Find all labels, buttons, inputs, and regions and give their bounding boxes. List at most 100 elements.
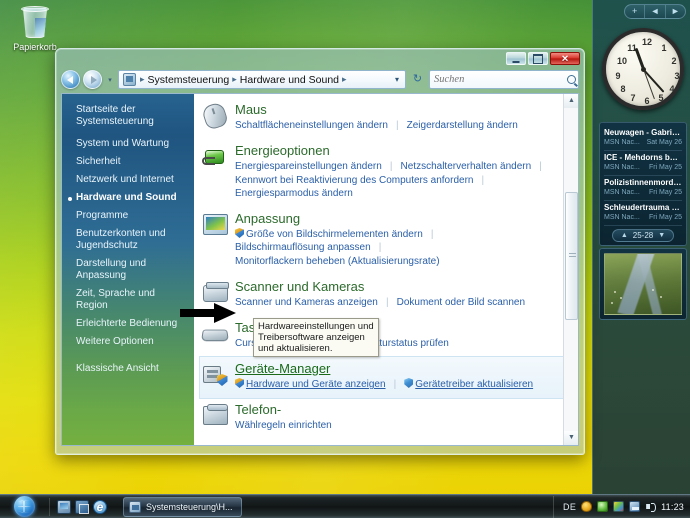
prev-gadget-icon[interactable]: ◄ <box>644 5 664 18</box>
maximize-button[interactable] <box>528 52 548 65</box>
breadcrumb-item-hardware-und-sound[interactable]: Hardware und Sound <box>238 74 341 86</box>
vertical-scrollbar[interactable]: ▲ ▼ <box>563 94 578 445</box>
shield-icon <box>235 378 244 388</box>
scrollbar-thumb[interactable] <box>565 192 578 320</box>
list-item[interactable]: ICE - Mehdorns beso... MSN Nac... Fri Ma… <box>604 151 682 176</box>
category-energieoptionen[interactable]: Energieoptionen Energiespareinstellungen… <box>200 139 563 207</box>
category-title[interactable]: Scanner und Kameras <box>235 279 559 295</box>
sidebar-item-darstellung-und-anpassung[interactable]: Darstellung und Anpassung <box>62 255 194 285</box>
clock-number: 6 <box>644 96 650 106</box>
language-indicator[interactable]: DE <box>563 502 576 512</box>
search-input[interactable] <box>434 74 567 85</box>
security-alert-icon[interactable] <box>581 501 593 512</box>
desktop-icon-recycle-bin[interactable]: Papierkorb <box>6 4 64 52</box>
refresh-button[interactable]: ↻ <box>409 70 426 89</box>
link-item[interactable]: Energiesparmodus ändern <box>235 188 353 199</box>
category-title[interactable]: Energieoptionen <box>235 143 559 159</box>
category-scanner-und-kameras[interactable]: Scanner und Kameras Scanner und Kameras … <box>200 275 563 316</box>
sidebar-item-system-und-wartung[interactable]: System und Wartung <box>62 135 194 153</box>
scroll-down-button[interactable]: ▼ <box>564 431 578 445</box>
sidebar-item-klassische-ansicht[interactable]: Klassische Ansicht <box>62 360 194 378</box>
link-item[interactable]: Dokument oder Bild scannen <box>397 297 525 308</box>
sidebar-item-home[interactable]: Startseite der Systemsteuerung <box>62 101 194 135</box>
link-item[interactable]: Hardware und Geräte anzeigen <box>246 379 386 390</box>
category-title[interactable]: Maus <box>235 102 559 118</box>
network-icon[interactable] <box>629 501 641 512</box>
control-panel-window: ▾ ▸ Systemsteuerung ▸ Hardware und Sound… <box>55 48 585 455</box>
sidebar-item-weitere-optionen[interactable]: Weitere Optionen <box>62 333 194 351</box>
volume-icon[interactable] <box>645 501 657 512</box>
category-geraete-manager[interactable]: Geräte-Manager Hardware und Geräte anzei… <box>199 356 564 399</box>
sidebar-item-erleichterte-bedienung[interactable]: Erleichterte Bedienung <box>62 315 194 333</box>
category-maus[interactable]: Maus Schaltflächeneinstellungen ändern |… <box>200 98 563 139</box>
link-item[interactable]: Bildschirmauflösung anpassen <box>235 242 371 253</box>
gadget-controls[interactable]: + ◄ ► <box>624 4 686 19</box>
window-titlebar[interactable] <box>58 51 582 69</box>
link-item[interactable]: Zeigerdarstellung ändern <box>407 120 518 131</box>
next-gadget-icon[interactable]: ► <box>664 5 685 18</box>
start-button[interactable] <box>1 496 47 518</box>
category-telefon-und-modemoptionen[interactable]: Telefon- Wählregeln einrichten <box>200 398 563 439</box>
pager-up-icon[interactable]: ▲ <box>621 232 628 239</box>
news-headline: Neuwagen - Gabriel ... <box>604 128 682 137</box>
breadcrumb[interactable]: ▸ Systemsteuerung ▸ Hardware und Sound ▸… <box>118 70 406 89</box>
list-item[interactable]: Schleudertrauma - In... MSN Nac... Fri M… <box>604 201 682 226</box>
breadcrumb-dropdown-icon[interactable]: ▾ <box>391 75 403 84</box>
category-gamecontroller[interactable]: Gamecontroller USB-Gamecontroller einric… <box>200 439 563 445</box>
forward-button[interactable] <box>83 70 102 89</box>
sidebar-item-zeit-sprache-region[interactable]: Zeit, Sprache und Region <box>62 285 194 315</box>
scroll-up-button[interactable]: ▲ <box>564 94 578 108</box>
list-item[interactable]: Neuwagen - Gabriel ... MSN Nac... Sat Ma… <box>604 126 682 151</box>
recent-pages-chevron-icon[interactable]: ▾ <box>105 76 115 84</box>
category-title[interactable]: Anpassung <box>235 211 559 227</box>
sidebar-item-netzwerk-und-internet[interactable]: Netzwerk und Internet <box>62 171 194 189</box>
link-item[interactable]: Monitorflackern beheben (Aktualisierungs… <box>235 256 440 267</box>
news-pager[interactable]: ▲ 25-28 ▼ <box>612 229 674 242</box>
recycle-bin-icon <box>18 4 52 40</box>
window-controls <box>506 52 580 65</box>
link-item[interactable]: Energiespareinstellungen ändern <box>235 161 382 172</box>
link-item[interactable]: Wählregeln einrichten <box>235 420 332 431</box>
minimize-button[interactable] <box>506 52 526 65</box>
taskbar-button-label: Systemsteuerung\H... <box>146 501 233 512</box>
link-item[interactable]: Größe von Bildschirmelementen ändern <box>246 229 423 240</box>
link-item[interactable]: Gerätetreiber aktualisieren <box>415 379 533 390</box>
category-title[interactable]: Geräte-Manager <box>235 361 559 377</box>
internet-explorer-icon[interactable] <box>93 499 107 514</box>
clock-number: 2 <box>671 56 677 66</box>
link-item[interactable]: Schaltflächeneinstellungen ändern <box>235 120 388 131</box>
close-button[interactable] <box>550 52 580 65</box>
flip-3d-icon[interactable] <box>75 499 89 514</box>
show-desktop-icon[interactable] <box>57 499 71 514</box>
sidebar-item-benutzerkonten[interactable]: Benutzerkonten und Jugendschutz <box>62 225 194 255</box>
search-box[interactable] <box>429 70 579 89</box>
annotation-arrow <box>180 303 236 323</box>
add-gadget-icon[interactable]: + <box>625 5 644 18</box>
news-source: MSN Nac... <box>604 139 640 146</box>
category-title[interactable]: Telefon- <box>235 402 559 418</box>
link-item[interactable]: Kennwort bei Reaktivierung des Computers… <box>235 175 473 186</box>
back-button[interactable] <box>61 70 80 89</box>
link-item[interactable]: Netzschalterverhalten ändern <box>401 161 532 172</box>
news-feed-gadget[interactable]: Neuwagen - Gabriel ... MSN Nac... Sat Ma… <box>599 122 687 246</box>
sidebar-item-sicherheit[interactable]: Sicherheit <box>62 153 194 171</box>
pager-down-icon[interactable]: ▼ <box>658 232 665 239</box>
clock-center-pin <box>640 66 646 72</box>
window-body: Startseite der Systemsteuerung System un… <box>61 93 579 446</box>
breadcrumb-item-systemsteuerung[interactable]: Systemsteuerung <box>146 74 232 86</box>
sidebar-item-programme[interactable]: Programme <box>62 207 194 225</box>
graphics-icon[interactable] <box>613 501 625 512</box>
slideshow-gadget[interactable] <box>599 248 687 320</box>
category-title[interactable]: Gamecontroller <box>235 443 559 445</box>
search-icon <box>567 75 576 84</box>
news-source: MSN Nac... <box>604 189 640 196</box>
clock-gadget[interactable]: 12 1 2 3 4 5 6 7 8 9 10 11 <box>602 28 684 110</box>
sidebar-item-hardware-und-sound[interactable]: Hardware und Sound <box>62 189 194 207</box>
clock-number: 12 <box>641 37 652 47</box>
list-item[interactable]: Polizistinnenmord - S... MSN Nac... Fri … <box>604 176 682 201</box>
taskbar-button-control-panel[interactable]: Systemsteuerung\H... <box>123 496 242 517</box>
tray-clock[interactable]: 11:23 <box>661 502 684 512</box>
link-item[interactable]: Scanner und Kameras anzeigen <box>235 297 378 308</box>
antivirus-icon[interactable] <box>597 501 609 512</box>
category-anpassung[interactable]: Anpassung Größe von Bildschirmelementen … <box>200 207 563 275</box>
